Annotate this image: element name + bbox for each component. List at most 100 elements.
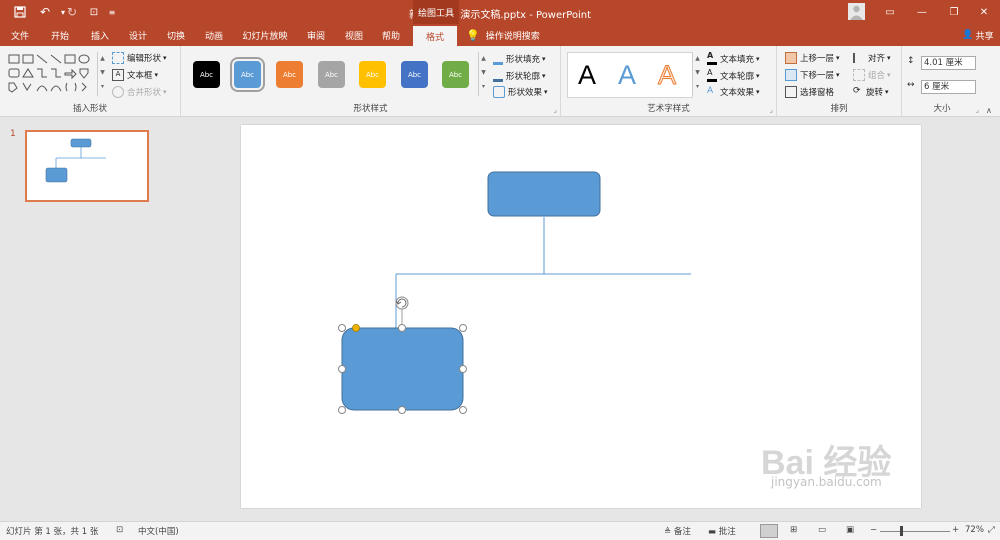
spell-check-icon[interactable]: ⊡ [116,525,123,535]
tab-home[interactable]: 开始 [44,24,76,46]
shape-fill-label: 形状填充 [506,54,541,65]
merge-shapes-icon [112,86,124,98]
chevron-down-icon: ▾ [544,88,548,96]
zoom-level[interactable]: 72% [965,525,984,535]
shape-height-input[interactable]: 4.01 厘米 [921,56,976,70]
shape-style-swatch[interactable]: Abc [276,61,303,88]
tab-view[interactable]: 视图 [338,24,370,46]
fit-to-window-icon[interactable]: ⤢ [988,525,995,535]
dialog-launcher-icon[interactable]: ⌟ [770,106,773,114]
zoom-slider-track[interactable] [880,531,950,532]
tab-design[interactable]: 设计 [122,24,154,46]
bring-forward-button[interactable]: 上移一层 ▾ [785,52,840,64]
shape-style-swatch[interactable]: Abc [401,61,428,88]
comments-icon: ▬ [708,527,719,537]
shape-effects-icon [493,86,505,98]
wordart-scroll[interactable]: ▲ ▼ ▾ [692,52,702,96]
tab-help[interactable]: 帮助 [375,24,407,46]
dialog-launcher-icon[interactable]: ⌟ [554,106,557,114]
text-box-label: 文本框 [127,71,153,81]
slide-number: 1 [10,129,16,139]
collapse-ribbon-icon[interactable]: ∧ [986,106,992,115]
slide-thumbnail[interactable] [25,130,149,202]
notes-icon: ≜ [664,527,674,537]
chevron-down-icon: ▾ [756,71,760,80]
status-bar: 幻灯片 第 1 张，共 1 张 ⊡ 中文(中国) ≜ 备注 ▬ 批注 ⊞ ▭ ▣… [0,521,1000,540]
shapes-gallery[interactable] [6,52,104,96]
text-box-button[interactable]: A 文本框 ▾ [112,69,158,81]
tab-format[interactable]: 格式 [413,26,457,46]
close-icon[interactable]: ✕ [970,2,998,22]
tab-slideshow[interactable]: 幻灯片放映 [238,24,292,46]
shape-style-swatch-selected[interactable]: Abc [230,57,265,92]
zoom-out-button[interactable]: − [870,525,877,535]
ribbon-display-options-icon[interactable]: ▭ [876,2,904,22]
language-indicator[interactable]: 中文(中国) [138,525,179,537]
chevron-down-icon: ▾ [836,71,840,79]
shape-styles-scroll[interactable]: ▲ ▼ ▾ [478,52,488,96]
notes-button[interactable]: ≜ 备注 [664,525,691,537]
send-backward-icon [785,69,797,81]
tab-insert[interactable]: 插入 [84,24,116,46]
bring-forward-icon [785,52,797,64]
chevron-down-icon: ▾ [756,88,760,96]
send-backward-button[interactable]: 下移一层 ▾ [785,69,840,81]
shapes-gallery-scroll[interactable]: ▲ ▼ ▾ [97,52,107,96]
text-fill-button[interactable]: A 文本填充 ▾ [707,52,760,65]
top-rounded-rectangle[interactable] [487,171,601,217]
user-avatar[interactable] [848,3,865,20]
comments-button[interactable]: ▬ 批注 [708,525,736,537]
shape-outline-button[interactable]: 形状轮廓 ▾ [493,69,546,82]
share-button[interactable]: 👤 共享 [958,24,998,46]
shape-style-swatch[interactable]: Abc [359,61,386,88]
dialog-launcher-icon[interactable]: ⌟ [976,106,979,114]
wordart-orange-outline[interactable]: A [657,60,676,91]
zoom-in-button[interactable]: + [952,525,959,535]
group-shape-styles: Abc Abc Abc Abc Abc Abc Abc ▲ ▼ ▾ 形状填充 ▾ 形… [181,46,561,116]
drawing-tools-context-label: 绘图工具 [413,0,459,24]
shape-style-swatch[interactable]: Abc [318,61,345,88]
chevron-down-icon: ▾ [836,54,840,62]
tell-me-search[interactable]: 💡 操作说明搜索 [466,24,556,46]
selected-rounded-rectangle[interactable] [341,327,464,411]
shape-style-swatch[interactable]: Abc [442,61,469,88]
tab-file[interactable]: 文件 [4,24,36,46]
shape-width-icon: ↔ [907,80,915,90]
rotate-handle-icon[interactable] [395,296,409,310]
text-outline-button[interactable]: A 文本轮廓 ▾ [707,69,760,82]
rotate-button[interactable]: ⟳ 旋转 ▾ [853,86,889,99]
tab-review[interactable]: 审阅 [300,24,332,46]
slideshow-view-icon[interactable]: ▣ [846,525,854,535]
text-outline-label: 文本轮廓 [720,71,755,82]
shape-effects-button[interactable]: 形状效果 ▾ [493,86,548,98]
align-button[interactable]: 对齐 ▾ [853,52,891,64]
send-backward-label: 下移一层 [800,71,835,81]
text-effects-button[interactable]: A 文本效果 ▾ [707,86,760,99]
normal-view-icon[interactable] [760,524,778,538]
selection-pane-icon [785,86,797,98]
slide-sorter-icon[interactable]: ⊞ [790,525,797,535]
wordart-black[interactable]: A [578,60,596,91]
shape-width-input[interactable]: 6 厘米 [921,80,976,94]
zoom-slider-thumb[interactable] [900,526,903,536]
reading-view-icon[interactable]: ▭ [818,525,826,535]
wordart-blue[interactable]: A [618,60,636,91]
notes-label: 备注 [673,527,691,537]
tab-animations[interactable]: 动画 [198,24,230,46]
minimize-icon[interactable]: — [908,2,936,22]
shape-outline-label: 形状轮廓 [506,71,541,82]
edit-shape-button[interactable]: 编辑形状 ▾ [112,52,167,64]
group-arrange: 上移一层 ▾ 下移一层 ▾ 选择窗格 对齐 ▾ 组合 ▾ ⟳ 旋转 ▾ 排列 [777,46,902,116]
shape-style-swatch[interactable]: Abc [193,61,220,88]
shape-fill-button[interactable]: 形状填充 ▾ [493,52,546,65]
group-button[interactable]: 组合 ▾ [853,69,891,81]
merge-shapes-button[interactable]: 合并形状 ▾ [112,86,167,98]
merge-shapes-label: 合并形状 [127,88,162,98]
edit-shape-label: 编辑形状 [127,54,162,64]
group-label-size: 大小 [933,104,951,114]
group-insert-shapes: ▲ ▼ ▾ 编辑形状 ▾ A 文本框 ▾ 合并形状 ▾ 插入形状 [0,46,181,116]
restore-icon[interactable]: ❐ [940,2,968,22]
adjust-handle[interactable] [352,324,360,332]
selection-pane-button[interactable]: 选择窗格 [785,86,834,98]
tab-transitions[interactable]: 切换 [160,24,192,46]
